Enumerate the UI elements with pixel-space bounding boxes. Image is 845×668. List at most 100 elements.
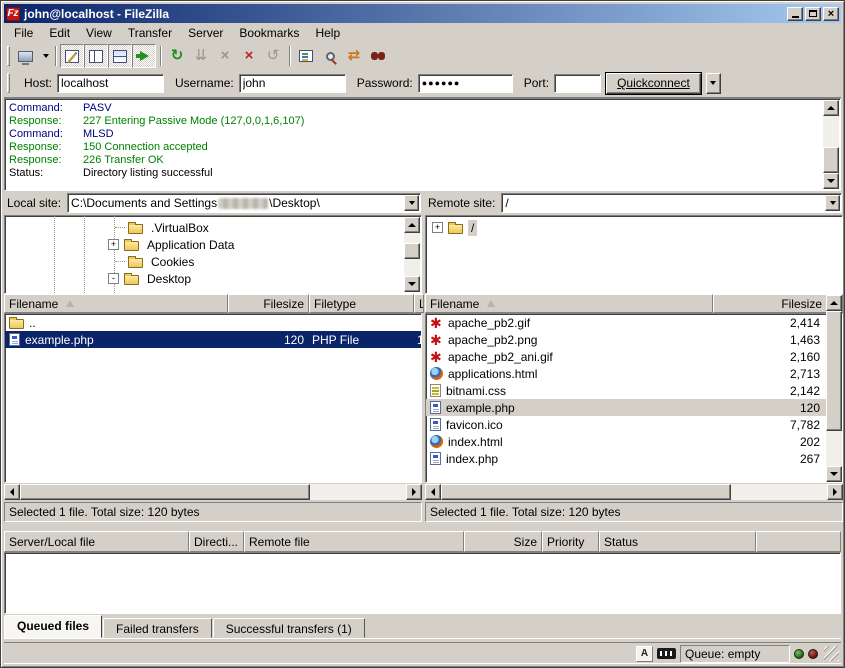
list-item[interactable]: apache_pb2.png 1,463 [426,331,826,348]
site-manager-button[interactable] [13,44,37,68]
scroll-right-button[interactable] [827,484,843,500]
toggle-local-tree-button[interactable] [84,44,108,68]
column-header-status[interactable]: Status [599,531,756,552]
column-header-filename[interactable]: Filename [425,294,713,313]
list-item[interactable]: index.html 202 [426,433,826,450]
maximize-button[interactable] [805,7,821,21]
scroll-thumb[interactable] [20,484,310,500]
local-path-combo[interactable]: C:\Documents and Settings\Desktop\ [67,193,421,213]
find-files-button[interactable] [366,44,390,68]
tree-item-application-data[interactable]: + Application Data [5,236,421,253]
disconnect-button[interactable]: × [237,44,261,68]
quickconnect-dropdown[interactable] [706,73,721,94]
scroll-down-button[interactable] [826,466,842,482]
local-path-dropdown[interactable] [404,195,419,211]
scroll-track[interactable] [20,484,406,500]
column-header-priority[interactable]: Priority [542,531,599,552]
synchronized-browsing-button[interactable]: ⇄ [342,44,366,68]
tab-queued-files[interactable]: Queued files [4,615,102,638]
list-item[interactable]: apache_pb2_ani.gif 2,160 [426,348,826,365]
cancel-operation-button[interactable]: × [213,44,237,68]
quickconnect-grip[interactable] [7,73,10,93]
scroll-track[interactable] [441,484,827,500]
scroll-down-button[interactable] [823,173,839,189]
scroll-up-button[interactable] [823,100,839,116]
local-tree-icon [89,50,103,63]
scroll-track[interactable] [826,311,842,466]
titlebar[interactable]: Fz john@localhost - FileZilla × [4,4,841,23]
scroll-thumb[interactable] [823,147,839,173]
column-header-remote-file[interactable]: Remote file [244,531,464,552]
scroll-right-button[interactable] [406,484,422,500]
column-header-size[interactable]: Size [464,531,542,552]
scroll-thumb[interactable] [441,484,731,500]
resize-grip[interactable] [824,646,839,661]
column-header-lastmodified[interactable]: L [414,294,424,313]
menu-file[interactable]: File [6,24,41,43]
scroll-thumb[interactable] [404,243,420,259]
remote-path-dropdown[interactable] [825,195,840,211]
port-input[interactable] [554,74,601,93]
toolbar-grip[interactable] [7,46,10,66]
tree-item-root[interactable]: + / [426,219,842,236]
list-item-parent-dir[interactable]: .. [5,314,421,331]
scroll-thumb[interactable] [826,311,842,431]
list-item[interactable]: favicon.ico 7,782 [426,416,826,433]
column-header-filesize[interactable]: Filesize [228,294,309,313]
scroll-track[interactable] [404,233,420,276]
filter-button[interactable] [294,44,318,68]
column-header-server-local-file[interactable]: Server/Local file [4,531,189,552]
scroll-down-button[interactable] [404,276,420,292]
username-input[interactable] [239,74,346,93]
directory-comparison-button[interactable] [318,44,342,68]
menu-help[interactable]: Help [307,24,348,43]
scroll-track[interactable] [823,116,839,173]
remote-list-scrollbar[interactable] [826,295,842,482]
expand-icon[interactable]: + [108,239,119,250]
site-manager-dropdown[interactable] [37,44,51,68]
remote-path-combo[interactable]: / [501,193,842,213]
tab-failed-transfers[interactable]: Failed transfers [103,618,212,638]
menu-bookmarks[interactable]: Bookmarks [231,24,307,43]
filezilla-app-icon[interactable]: Fz [6,7,20,21]
menu-edit[interactable]: Edit [41,24,78,43]
scroll-left-button[interactable] [4,484,20,500]
column-header-filetype[interactable]: Filetype [309,294,414,313]
tab-successful-transfers[interactable]: Successful transfers (1) [213,618,365,638]
menu-view[interactable]: View [78,24,120,43]
remote-horizontal-scrollbar[interactable] [425,483,843,500]
tree-item-desktop[interactable]: - Desktop [5,270,421,287]
local-tree-scrollbar[interactable] [404,217,420,292]
column-header-direction[interactable]: Directi... [189,531,244,552]
menu-server[interactable]: Server [180,24,231,43]
list-item[interactable]: applications.html 2,713 [426,365,826,382]
minimize-button[interactable] [787,7,803,21]
list-item-example-php[interactable]: example.php 120 PHP File 1 [5,331,421,348]
collapse-icon[interactable]: - [108,273,119,284]
toggle-queue-button[interactable] [132,44,156,68]
scroll-up-button[interactable] [404,217,420,233]
log-scrollbar[interactable] [823,100,839,189]
list-item[interactable]: apache_pb2.gif 2,414 [426,314,826,331]
local-horizontal-scrollbar[interactable] [4,483,422,500]
expand-icon[interactable]: + [432,222,443,233]
list-item[interactable]: bitnami.css 2,142 [426,382,826,399]
list-item-example-php[interactable]: example.php 120 [426,399,826,416]
tree-item-cookies[interactable]: Cookies [5,253,421,270]
quickconnect-button[interactable]: Quickconnect [606,73,701,94]
list-item[interactable]: index.php 267 [426,450,826,467]
password-input[interactable] [418,74,513,93]
host-input[interactable] [57,74,164,93]
scroll-up-button[interactable] [826,295,842,311]
close-button[interactable]: × [823,7,839,21]
reconnect-button[interactable]: ↺ [261,44,285,68]
process-queue-button[interactable]: ⇊ [189,44,213,68]
column-header-filename[interactable]: Filename [4,294,228,313]
column-header-filesize[interactable]: Filesize [713,294,843,313]
toggle-remote-tree-button[interactable] [108,44,132,68]
menu-transfer[interactable]: Transfer [120,24,180,43]
toggle-message-log-button[interactable] [60,44,84,68]
tree-item-virtualbox[interactable]: .VirtualBox [5,219,421,236]
scroll-left-button[interactable] [425,484,441,500]
refresh-button[interactable]: ↻ [165,44,189,68]
